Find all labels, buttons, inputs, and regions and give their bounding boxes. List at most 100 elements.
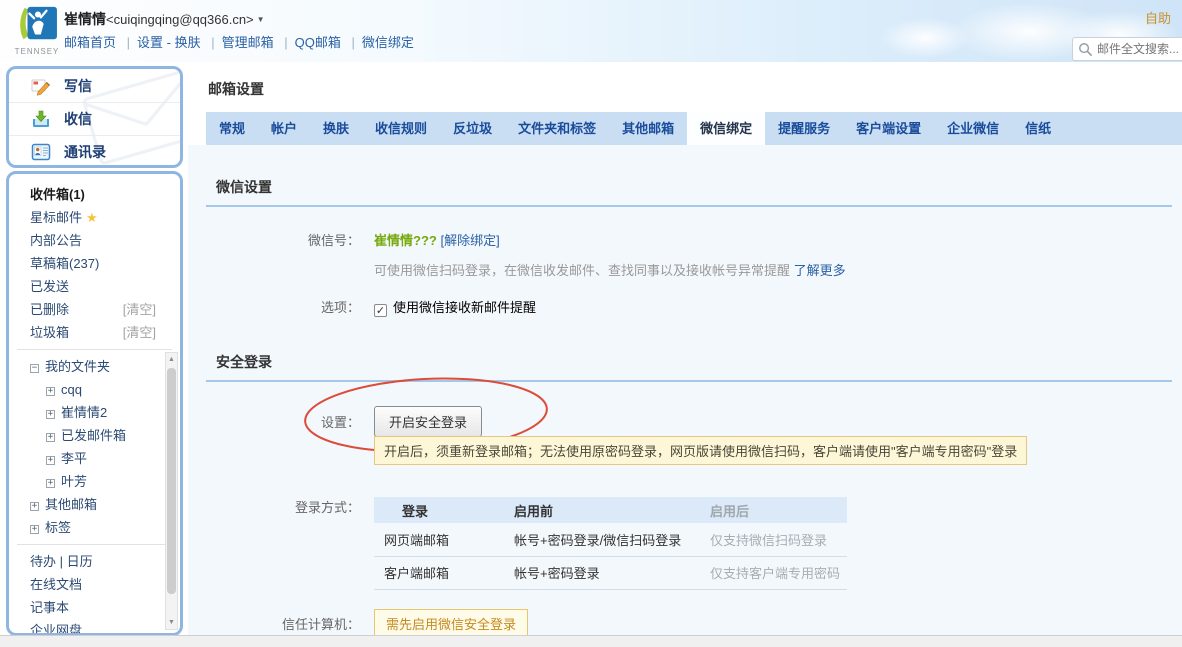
top-header: TENNSEY 崔情情<cuiqingqing@qq366.cn>▼ 邮箱首页 … (0, 0, 1182, 62)
folder-spam[interactable]: 垃圾箱[清空] (9, 321, 180, 344)
contacts-button[interactable]: 通讯录 (9, 135, 180, 168)
wechat-id-label: 微信号： (188, 230, 360, 249)
mail-search-box[interactable] (1072, 37, 1182, 61)
tree-expand-icon[interactable] (46, 410, 55, 419)
trusted-computer-row: 信任计算机： 需先启用微信安全登录 (188, 609, 1162, 635)
receive-mail-button[interactable]: 收信 (9, 102, 180, 135)
settings-tabbar: 常规 帐户 换肤 收信规则 反垃圾 文件夹和标签 其他邮箱 微信绑定 提醒服务 … (206, 112, 1182, 145)
bottom-strip (0, 635, 1182, 647)
login-mode-row: 登录方式： 登录 启用前 启用后 网页端邮箱 帐号+密码登录/微信扫码登录 (188, 497, 1162, 590)
nav-qq-mail[interactable]: QQ邮箱 (277, 35, 341, 50)
self-service-link[interactable]: 自助 (1145, 8, 1182, 27)
tree-folder-yefang[interactable]: 叶芳 (9, 470, 180, 493)
tab-enterprise-wechat[interactable]: 企业微信 (934, 112, 1012, 145)
tab-skin[interactable]: 换肤 (310, 112, 362, 145)
top-nav: 邮箱首页 设置 - 换肤 管理邮箱 QQ邮箱 微信绑定 (64, 32, 414, 51)
scroll-down-icon[interactable]: ▼ (166, 616, 177, 629)
nav-wechat-bind[interactable]: 微信绑定 (345, 35, 414, 50)
tab-antispam[interactable]: 反垃圾 (440, 112, 505, 145)
folder-sent[interactable]: 已发送 (9, 275, 180, 298)
compose-pencil-icon (31, 76, 51, 96)
brand-name: TENNSEY (13, 47, 61, 56)
tree-collapse-icon[interactable] (30, 364, 39, 373)
receive-label: 收信 (64, 109, 92, 129)
tab-other-mailboxes[interactable]: 其他邮箱 (609, 112, 687, 145)
wechat-id-value: 崔情情??? (374, 233, 437, 248)
tool-company-drive[interactable]: 企业网盘 (9, 619, 180, 636)
sidebar-scrollbar[interactable]: ▲ ▼ (165, 352, 178, 630)
user-email: <cuiqingqing@qq366.cn> (106, 12, 254, 27)
folder-drafts[interactable]: 草稿箱(237) (9, 252, 180, 275)
folder-inbox[interactable]: 收件箱(1) (9, 183, 180, 206)
user-dropdown-icon[interactable]: ▼ (257, 15, 265, 24)
tab-mail-rules[interactable]: 收信规则 (362, 112, 440, 145)
tree-my-folders[interactable]: 我的文件夹 (9, 355, 180, 378)
unbind-link[interactable]: [解除绑定] (440, 233, 499, 248)
tree-folder-sent-archive[interactable]: 已发邮件箱 (9, 424, 180, 447)
setting-label: 设置： (188, 412, 360, 431)
tree-folder-cqq[interactable]: cqq (9, 378, 180, 401)
page-title: 邮箱设置 (208, 79, 264, 99)
tree-expand-icon[interactable] (46, 479, 55, 488)
cell-web-after: 仅支持微信扫码登录 (700, 523, 847, 556)
search-input[interactable] (1097, 39, 1182, 59)
security-login-heading: 安全登录 (206, 352, 1172, 382)
tab-wechat-binding[interactable]: 微信绑定 (687, 112, 765, 145)
contacts-icon (31, 142, 51, 162)
empty-spam-link[interactable]: [清空] (123, 321, 156, 344)
tool-todo-calendar[interactable]: 待办 | 日历 (9, 550, 180, 573)
empty-deleted-link[interactable]: [清空] (123, 298, 156, 321)
star-icon: ★ (86, 210, 98, 225)
compose-button[interactable]: 写信 (9, 69, 180, 102)
compose-label: 写信 (64, 76, 92, 96)
learn-more-link[interactable]: 了解更多 (794, 263, 846, 278)
tab-folders-tags[interactable]: 文件夹和标签 (505, 112, 609, 145)
wechat-notify-text[interactable]: 使用微信接收新邮件提醒 (393, 300, 536, 315)
tab-general[interactable]: 常规 (206, 112, 258, 145)
folder-announcements[interactable]: 内部公告 (9, 229, 180, 252)
wechat-id-row: 微信号： 崔情情??? [解除绑定] (188, 230, 1162, 249)
scroll-up-icon[interactable]: ▲ (166, 353, 177, 366)
col-header-before: 启用前 (504, 497, 700, 523)
tree-expand-icon[interactable] (46, 387, 55, 396)
nav-settings-skin[interactable]: 设置 - 换肤 (120, 35, 201, 50)
tree-folder-liping[interactable]: 李平 (9, 447, 180, 470)
tree-expand-icon[interactable] (46, 456, 55, 465)
contacts-label: 通讯录 (64, 142, 106, 162)
tab-reminder-service[interactable]: 提醒服务 (765, 112, 843, 145)
wechat-settings-heading: 微信设置 (206, 177, 1172, 207)
folder-starred[interactable]: 星标邮件★ (9, 206, 180, 229)
tennsey-logo-icon (14, 5, 60, 43)
option-label: 选项： (188, 297, 360, 316)
user-account[interactable]: 崔情情<cuiqingqing@qq366.cn>▼ (64, 9, 265, 29)
tree-tags[interactable]: 标签 (9, 516, 180, 539)
scrollbar-thumb[interactable] (167, 368, 176, 594)
nav-manage-mailbox[interactable]: 管理邮箱 (204, 35, 273, 50)
login-mode-table: 登录 启用前 启用后 网页端邮箱 帐号+密码登录/微信扫码登录 仅支持微信扫码登… (374, 497, 847, 590)
tree-other-mailboxes[interactable]: 其他邮箱 (9, 493, 180, 516)
sidebar-folders-panel: 收件箱(1) 星标邮件★ 内部公告 草稿箱(237) 已发送 已删除[清空] 垃… (6, 171, 183, 636)
tree-folder-cuiqingqing2[interactable]: 崔情情2 (9, 401, 180, 424)
tab-account[interactable]: 帐户 (258, 112, 310, 145)
wechat-description-row: 可使用微信扫码登录，在微信收发邮件、查找同事以及接收帐号异常提醒 了解更多 (188, 260, 1162, 279)
enable-security-login-button[interactable]: 开启安全登录 (374, 406, 482, 437)
cell-web-before: 帐号+密码登录/微信扫码登录 (504, 523, 700, 556)
tab-client-settings[interactable]: 客户端设置 (843, 112, 934, 145)
nav-mail-home[interactable]: 邮箱首页 (64, 35, 116, 50)
wechat-notify-checkbox[interactable]: ✓ (374, 304, 387, 317)
col-header-after: 启用后 (700, 497, 847, 523)
security-warning-note: 开启后，须重新登录邮箱；无法使用原密码登录，网页版请使用微信扫码，客户端请使用"… (374, 436, 1027, 465)
tab-content: 微信设置 微信号： 崔情情??? [解除绑定] 可使用微信扫码登录，在微信收发邮… (188, 145, 1182, 635)
tab-stationery[interactable]: 信纸 (1012, 112, 1064, 145)
tool-notebook[interactable]: 记事本 (9, 596, 180, 619)
tree-expand-icon[interactable] (30, 502, 39, 511)
user-name: 崔情情 (64, 11, 106, 27)
cell-client-after: 仅支持客户端专用密码 (700, 556, 847, 589)
folder-deleted[interactable]: 已删除[清空] (9, 298, 180, 321)
tree-expand-icon[interactable] (30, 525, 39, 534)
tool-online-docs[interactable]: 在线文档 (9, 573, 180, 596)
login-mode-label: 登录方式： (188, 497, 360, 516)
col-header-login: 登录 (374, 497, 504, 523)
trusted-computer-badge: 需先启用微信安全登录 (374, 609, 528, 635)
tree-expand-icon[interactable] (46, 433, 55, 442)
